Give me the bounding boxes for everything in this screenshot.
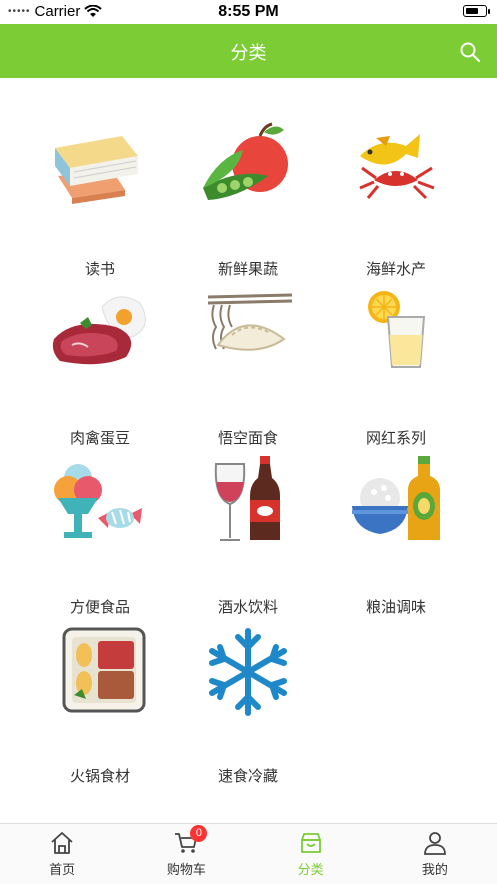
tab-label: 首页 — [49, 862, 76, 877]
fruit-vegetable-icon — [203, 122, 288, 200]
battery-icon — [463, 5, 490, 17]
cart-count-badge: 0 — [190, 825, 208, 842]
noodles-dumpling-icon — [207, 293, 293, 351]
page-title: 分类 — [230, 43, 267, 63]
tab-cart[interactable]: 0 购物车 — [124, 824, 248, 884]
snowflake-icon — [209, 628, 287, 716]
category-label: 火锅食材 — [69, 768, 130, 785]
profile-icon — [423, 832, 446, 855]
tab-bar: 首页 0 购物车 分类 我的 — [0, 823, 497, 884]
category-label: 粮油调味 — [365, 599, 426, 616]
tab-label: 购物车 — [166, 862, 206, 877]
category-label: 酒水饮料 — [217, 599, 278, 616]
books-icon — [55, 136, 138, 204]
category-item-noodles[interactable]: 悟空面食 — [188, 287, 308, 447]
search-icon[interactable] — [459, 41, 481, 63]
category-label: 肉禽蛋豆 — [69, 430, 130, 447]
tab-home[interactable]: 首页 — [0, 824, 124, 884]
category-label: 网红系列 — [365, 430, 426, 447]
status-bar: ••••• Carrier 8:55 PM — [0, 0, 497, 24]
tab-label: 分类 — [297, 862, 324, 877]
rice-oil-icon — [352, 456, 440, 540]
icecream-candy-icon — [54, 464, 142, 538]
category-item-seafood[interactable]: 海鲜水产 — [336, 118, 456, 278]
home-icon — [51, 832, 73, 854]
seafood-icon — [359, 134, 435, 200]
tab-category[interactable]: 分类 — [249, 824, 373, 884]
tab-profile[interactable]: 我的 — [373, 824, 497, 884]
category-label: 方便食品 — [69, 599, 130, 616]
tab-label: 我的 — [421, 862, 448, 877]
category-label: 速食冷藏 — [217, 768, 278, 785]
status-time: 8:55 PM — [218, 3, 279, 20]
category-item-books[interactable]: 读书 — [40, 118, 160, 278]
category-item-grain-oil[interactable]: 粮油调味 — [336, 456, 456, 616]
category-item-frozen[interactable]: 速食冷藏 — [188, 625, 308, 785]
wine-cola-icon — [214, 456, 280, 541]
meat-egg-icon — [52, 296, 146, 365]
category-label: 悟空面食 — [217, 430, 278, 447]
nav-bar: 分类 — [0, 24, 497, 78]
category-item-drinks[interactable]: 酒水饮料 — [188, 456, 308, 616]
category-label: 新鲜果蔬 — [217, 261, 278, 278]
category-label: 海鲜水产 — [365, 261, 426, 278]
category-item-instant[interactable]: 方便食品 — [40, 456, 160, 616]
hotpot-icon — [62, 627, 146, 713]
category-label: 读书 — [84, 261, 115, 278]
category-item-trending[interactable]: 网红系列 — [336, 287, 456, 447]
category-item-meat[interactable]: 肉禽蛋豆 — [40, 287, 160, 447]
lemon-drink-icon — [368, 291, 426, 368]
category-item-hotpot[interactable]: 火锅食材 — [40, 625, 160, 785]
category-icon — [300, 833, 321, 853]
category-item-fruit[interactable]: 新鲜果蔬 — [188, 118, 308, 278]
